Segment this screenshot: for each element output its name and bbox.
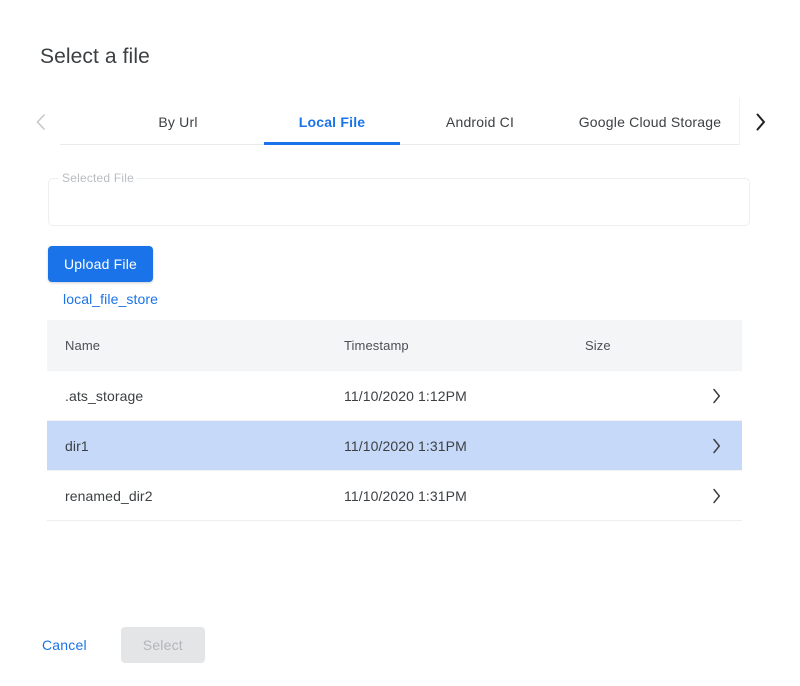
tab-android-ci[interactable]: Android CI [400,98,560,145]
table-row[interactable]: dir111/10/2020 1:31PM [47,420,742,470]
selected-file-label: Selected File [59,170,137,186]
cancel-button[interactable]: Cancel [30,627,99,663]
breadcrumb[interactable]: local_file_store [63,291,158,307]
tab-label: Local File [299,114,366,130]
chevron-right-icon[interactable] [690,487,742,505]
select-button[interactable]: Select [121,627,205,663]
cell-name: dir1 [47,438,344,454]
table-body: .ats_storage11/10/2020 1:12PMdir111/10/2… [47,370,742,520]
column-header-size: Size [585,338,690,353]
tab-active-indicator [264,142,400,145]
tab-label: Android CI [446,114,514,130]
tab-by-url[interactable]: By Url [92,98,264,145]
selected-file-field[interactable]: Selected File [48,178,750,226]
chevron-left-icon [34,112,47,132]
cell-name: .ats_storage [47,388,344,404]
tab-scroll-next-button[interactable] [739,98,780,145]
tab-scroll-prev-button[interactable] [20,98,60,145]
table-header-row: Name Timestamp Size [47,320,742,370]
select-file-dialog: Select a file By Url Local File Android CI… [0,0,800,686]
table-row[interactable]: renamed_dir211/10/2020 1:31PM [47,470,742,520]
table-row[interactable]: .ats_storage11/10/2020 1:12PM [47,370,742,420]
cell-timestamp: 11/10/2020 1:31PM [344,488,585,504]
selected-file-input[interactable] [62,188,732,216]
table-bottom-divider [47,520,742,521]
tab-bar: By Url Local File Android CI Google Cloud S… [20,98,780,146]
column-header-name: Name [47,338,344,353]
tab-label: Google Cloud Storage [579,114,722,130]
cell-timestamp: 11/10/2020 1:12PM [344,388,585,404]
tab-local-file[interactable]: Local File [264,98,400,145]
dialog-footer: Cancel Select [30,627,205,663]
tab-label: By Url [158,114,197,130]
chevron-right-icon[interactable] [690,437,742,455]
chevron-right-icon[interactable] [690,387,742,405]
chevron-right-icon [754,111,767,133]
cell-timestamp: 11/10/2020 1:31PM [344,438,585,454]
page-title: Select a file [40,45,150,69]
upload-file-button[interactable]: Upload File [48,246,153,282]
tab-google-cloud-storage[interactable]: Google Cloud Storage [560,98,740,145]
file-table: Name Timestamp Size .ats_storage11/10/20… [47,320,742,521]
cell-name: renamed_dir2 [47,488,344,504]
column-header-timestamp: Timestamp [344,338,585,353]
